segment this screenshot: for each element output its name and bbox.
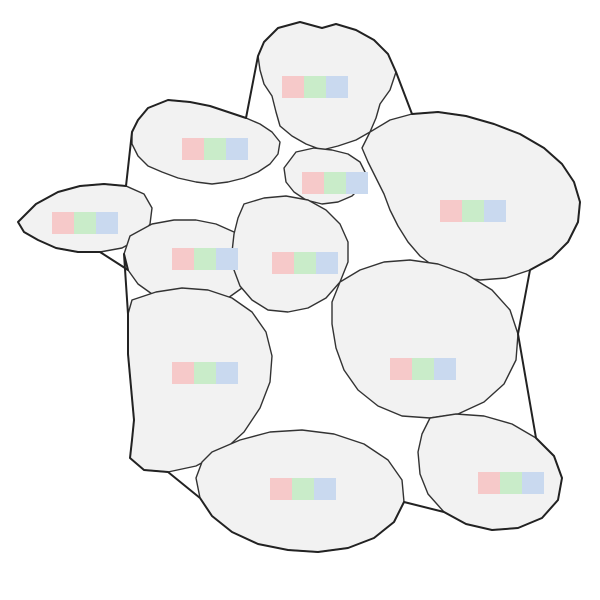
badge-segment-red bbox=[270, 478, 292, 500]
badge-segment-blue bbox=[434, 358, 456, 380]
badge-segment-red bbox=[272, 252, 294, 274]
badge-segment-green bbox=[462, 200, 484, 222]
badge-segment-blue bbox=[346, 172, 368, 194]
badge-segment-blue bbox=[96, 212, 118, 234]
badge-segment-blue bbox=[226, 138, 248, 160]
badge-segment-red bbox=[52, 212, 74, 234]
badge-pays-de-la-loire bbox=[172, 248, 238, 270]
badge-segment-green bbox=[194, 362, 216, 384]
badge-bretagne bbox=[52, 212, 118, 234]
badge-ile-de-france bbox=[302, 172, 368, 194]
badge-segment-blue bbox=[484, 200, 506, 222]
badge-occitanie bbox=[270, 478, 336, 500]
badge-segment-green bbox=[304, 76, 326, 98]
badge-segment-green bbox=[292, 478, 314, 500]
region-bourgogne-franche-comte bbox=[332, 260, 518, 418]
badge-bourgogne-franche-comte bbox=[390, 358, 456, 380]
badge-segment-green bbox=[500, 472, 522, 494]
badge-segment-red bbox=[390, 358, 412, 380]
badge-nouvelle-aquitaine bbox=[172, 362, 238, 384]
badge-segment-red bbox=[478, 472, 500, 494]
badge-segment-red bbox=[172, 248, 194, 270]
badge-segment-red bbox=[440, 200, 462, 222]
badge-segment-red bbox=[282, 76, 304, 98]
badge-grand-est bbox=[440, 200, 506, 222]
badge-segment-green bbox=[74, 212, 96, 234]
badge-segment-red bbox=[182, 138, 204, 160]
badge-segment-green bbox=[412, 358, 434, 380]
badge-segment-green bbox=[194, 248, 216, 270]
badge-segment-blue bbox=[522, 472, 544, 494]
badge-segment-blue bbox=[314, 478, 336, 500]
badge-segment-blue bbox=[216, 248, 238, 270]
badge-segment-green bbox=[324, 172, 346, 194]
badge-segment-blue bbox=[216, 362, 238, 384]
badge-centre-val-de-loire bbox=[272, 252, 338, 274]
badge-segment-blue bbox=[316, 252, 338, 274]
region-grand-est bbox=[362, 112, 580, 280]
badge-segment-red bbox=[302, 172, 324, 194]
badge-segment-red bbox=[172, 362, 194, 384]
badge-segment-green bbox=[204, 138, 226, 160]
badge-segment-green bbox=[294, 252, 316, 274]
badge-provence-alpes-cote-azur bbox=[478, 472, 544, 494]
badge-hauts-de-france bbox=[282, 76, 348, 98]
badge-normandie bbox=[182, 138, 248, 160]
badge-segment-blue bbox=[326, 76, 348, 98]
france-map bbox=[0, 0, 600, 600]
